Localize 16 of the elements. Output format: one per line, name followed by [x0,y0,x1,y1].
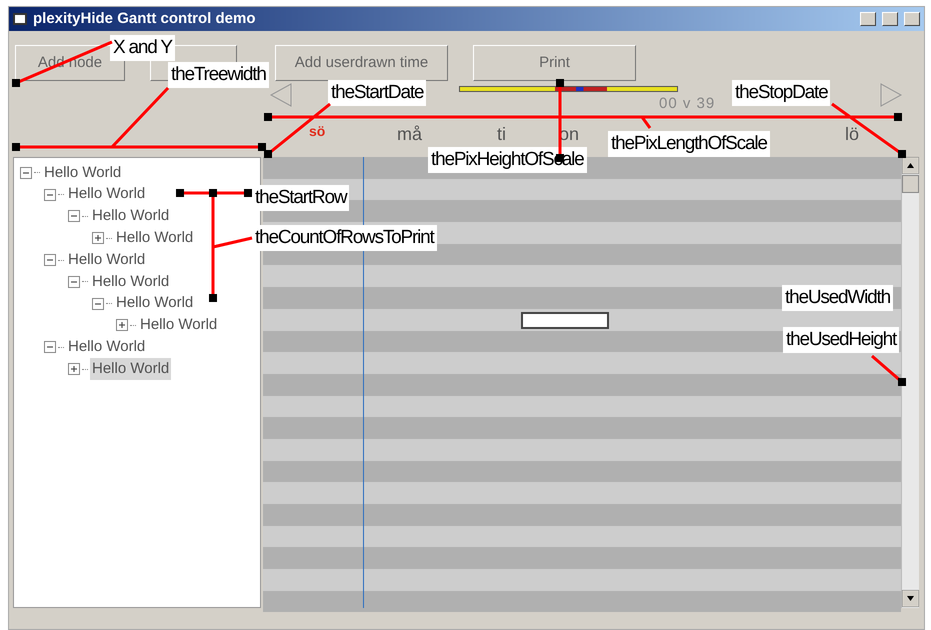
week-label: 00 v 39 [659,94,716,114]
day-label: må [397,123,422,146]
callout-tooltip: theCountOfRowsToPrint [252,225,437,251]
callout-tooltip: theStopDate [732,80,830,106]
window-title: plexityHide Gantt control demo [33,8,256,29]
callout-tooltip: X and Y [110,35,175,61]
day-label: lö [845,123,860,146]
day-label: ti [497,123,506,146]
day-label: sö [309,122,326,141]
callout-tooltip: theTreewidth [168,62,269,88]
callout-tooltip: theUsedWidth [782,285,893,311]
callout-tooltip: theUsedHeight [783,327,900,353]
callout-tooltip: thePixLengthOfScale [608,131,770,157]
callout-tooltip: thePixHeightOfScale [428,147,587,173]
callout-tooltip: theStartDate [328,80,426,106]
callout-tooltip: theStartRow [252,185,350,211]
